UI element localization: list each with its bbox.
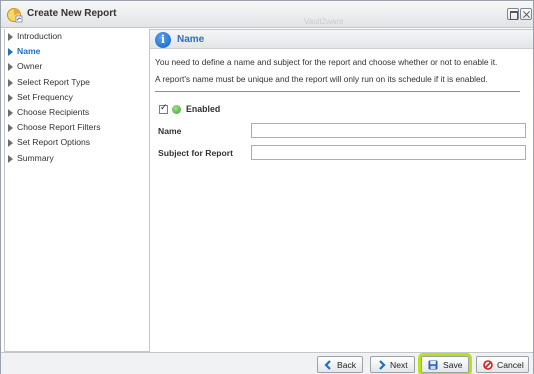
- back-label: Back: [337, 360, 357, 370]
- step-arrow-icon: [8, 63, 13, 72]
- cancel-icon: [483, 360, 493, 370]
- save-button[interactable]: Save: [418, 353, 472, 374]
- report-app-icon: [7, 8, 23, 23]
- main-panel: i Name You need to define a name and sub…: [150, 29, 533, 352]
- step-select-report-type[interactable]: Select Report Type: [5, 75, 149, 90]
- next-button[interactable]: Next: [370, 356, 415, 373]
- step-arrow-icon: [8, 48, 13, 57]
- step-label: Select Report Type: [17, 76, 90, 87]
- subject-input[interactable]: [251, 145, 526, 160]
- description-text: A report's name must be unique and the r…: [155, 74, 488, 84]
- back-button[interactable]: Back: [317, 356, 363, 373]
- step-label: Set Report Options: [17, 137, 91, 148]
- enabled-label: Enabled: [186, 104, 221, 114]
- step-arrow-icon: [8, 33, 13, 41]
- background-ghost-text: Vault2ware: [304, 17, 344, 26]
- step-label: Choose Recipients: [17, 106, 90, 117]
- cancel-button[interactable]: Cancel: [476, 356, 529, 373]
- step-label: Choose Report Filters: [17, 122, 101, 133]
- button-bar: Back Next Save Cancel: [1, 352, 533, 374]
- description-text: You need to define a name and subject fo…: [155, 57, 498, 67]
- close-button[interactable]: [520, 8, 532, 20]
- step-arrow-icon: [8, 124, 13, 133]
- arrow-right-icon: [379, 360, 386, 370]
- next-label: Next: [390, 360, 408, 370]
- step-set-frequency[interactable]: Set Frequency: [5, 90, 149, 105]
- wizard-steps-sidebar: Introduction Name Owner Select Report Ty…: [4, 29, 150, 352]
- divider: [155, 91, 520, 92]
- floppy-disk-icon: [428, 360, 438, 370]
- step-label: Owner: [17, 61, 43, 72]
- step-arrow-icon: [8, 78, 13, 87]
- step-introduction[interactable]: Introduction: [5, 29, 149, 44]
- title-bar: Create New Report Vault2ware: [1, 1, 533, 28]
- step-owner[interactable]: Owner: [5, 59, 149, 74]
- section-header: i Name: [150, 30, 533, 49]
- name-input[interactable]: [251, 123, 526, 138]
- step-label: Introduction: [17, 31, 62, 41]
- create-report-dialog: Create New Report Vault2ware Introductio…: [0, 0, 534, 374]
- step-set-report-options[interactable]: Set Report Options: [5, 135, 149, 150]
- save-label: Save: [443, 360, 463, 370]
- step-arrow-icon: [8, 139, 13, 148]
- step-summary[interactable]: Summary: [5, 151, 149, 166]
- info-icon: i: [155, 32, 171, 48]
- step-choose-report-filters[interactable]: Choose Report Filters: [5, 120, 149, 135]
- arrow-left-icon: [324, 360, 331, 370]
- step-choose-recipients[interactable]: Choose Recipients: [5, 105, 149, 120]
- step-label: Set Frequency: [17, 91, 73, 102]
- section-heading: Name: [177, 34, 205, 45]
- step-arrow-icon: [8, 108, 13, 117]
- step-arrow-icon: [8, 93, 13, 102]
- step-name[interactable]: Name: [5, 44, 149, 59]
- name-label: Name: [158, 126, 182, 136]
- step-arrow-icon: [8, 154, 13, 163]
- cancel-label: Cancel: [497, 360, 524, 370]
- step-label: Name: [17, 46, 41, 57]
- step-label: Summary: [17, 152, 54, 163]
- green-status-icon: [172, 105, 181, 114]
- enabled-checkbox[interactable]: [159, 103, 168, 114]
- subject-label: Subject for Report: [158, 148, 233, 158]
- maximize-button[interactable]: [507, 8, 519, 20]
- window-title: Create New Report: [27, 8, 117, 19]
